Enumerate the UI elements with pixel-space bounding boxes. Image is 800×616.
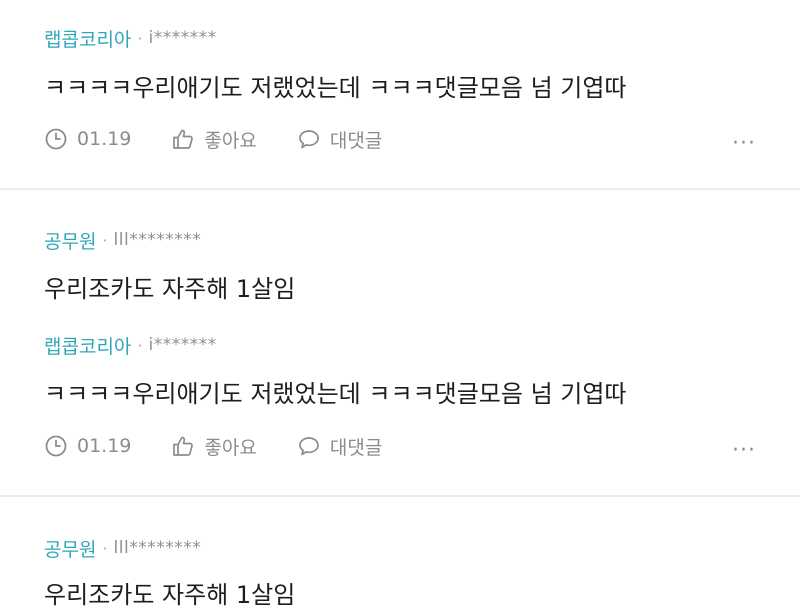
speech-bubble-icon (299, 130, 319, 149)
comment-date: 01.19 (77, 435, 132, 457)
like-label: 좋아요 (204, 436, 257, 459)
meta-separator: · (137, 28, 143, 48)
masked-user-id: lll******** (113, 538, 202, 558)
comment-actions: 01.19 좋아요 대댓글 (44, 431, 756, 461)
author-nickname[interactable]: 랩콥코리아 (44, 25, 131, 52)
masked-user-id: lll******** (113, 230, 202, 250)
comment-text: ㅋㅋㅋㅋ우리애기도 저랬었는데 ㅋㅋㅋ댓글모음 넘 기엽따 (44, 73, 627, 102)
more-options-button[interactable]: ··· (732, 128, 756, 158)
speech-bubble-icon (299, 437, 319, 456)
timestamp: 01.19 (44, 127, 131, 151)
reply-label: 대댓글 (329, 129, 383, 152)
reply-button[interactable]: 대댓글 (297, 433, 382, 460)
author-nickname[interactable]: 공무원 (44, 535, 96, 562)
meta-separator: · (137, 335, 143, 355)
meta-separator: · (102, 230, 108, 250)
clock-icon (45, 435, 67, 457)
reply-button[interactable]: 대댓글 (297, 126, 382, 153)
thumbs-up-icon (173, 129, 194, 149)
author-nickname[interactable]: 랩콥코리아 (44, 332, 131, 359)
masked-user-id: i******* (148, 335, 217, 355)
comment-date: 01.19 (77, 128, 132, 150)
author-nickname[interactable]: 공무원 (44, 227, 96, 254)
timestamp: 01.19 (44, 434, 131, 458)
comment-meta: 랩콥코리아 · i******* (44, 25, 217, 52)
divider (0, 495, 800, 497)
comment-meta: 공무원 · lll******** (44, 227, 202, 254)
divider (0, 188, 800, 190)
more-options-button[interactable]: ··· (732, 435, 756, 465)
comment-actions: 01.19 좋아요 대댓글 (44, 124, 756, 154)
like-label: 좋아요 (204, 129, 257, 152)
comment-text: ㅋㅋㅋㅋ우리애기도 저랬었는데 ㅋㅋㅋ댓글모음 넘 기엽따 (44, 379, 627, 408)
reply-label: 대댓글 (329, 436, 383, 459)
like-button[interactable]: 좋아요 (171, 126, 257, 153)
comment-text: 우리조카도 자주해 1살임 (44, 580, 296, 609)
clock-icon (45, 128, 67, 150)
comment-meta: 랩콥코리아 · i******* (44, 332, 217, 359)
comment-thread: 랩콥코리아 · i******* ㅋㅋㅋㅋ우리애기도 저랬었는데 ㅋㅋㅋ댓글모음… (0, 0, 800, 616)
masked-user-id: i******* (148, 28, 217, 48)
comment-meta: 공무원 · lll******** (44, 535, 202, 562)
comment-text: 우리조카도 자주해 1살임 (44, 274, 296, 303)
thumbs-up-icon (173, 436, 194, 456)
like-button[interactable]: 좋아요 (171, 433, 257, 460)
meta-separator: · (102, 538, 108, 558)
